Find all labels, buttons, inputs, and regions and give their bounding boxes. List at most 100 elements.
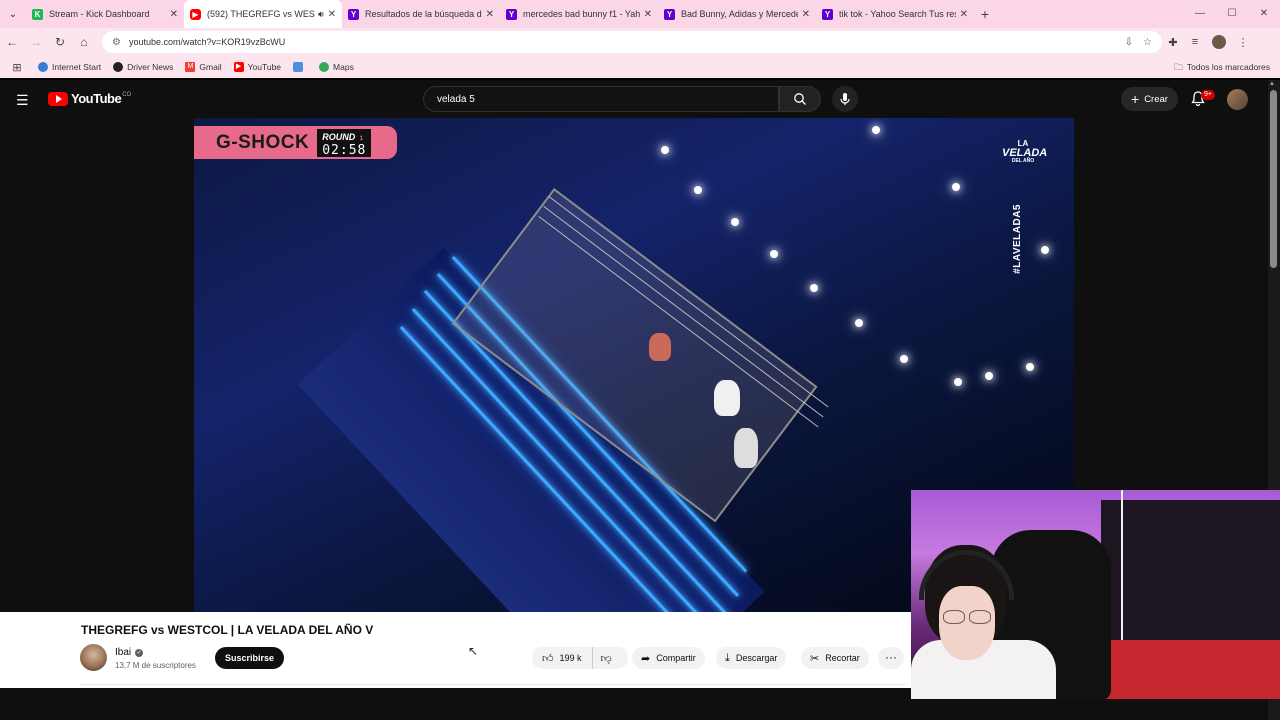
thumbs-down-icon: 👎︎: [600, 652, 612, 665]
scoreboard-brand: G-SHOCK: [216, 131, 310, 153]
download-button[interactable]: ⤓ Descargar: [716, 647, 787, 669]
notification-badge: 9+: [1201, 90, 1215, 100]
tab-close-icon[interactable]: ✕: [644, 9, 652, 20]
yahoo-favicon-icon: Y: [664, 8, 675, 20]
channel-name[interactable]: Ibai ✓: [115, 647, 144, 658]
thumbs-up-icon: 👍︎: [542, 652, 554, 665]
all-bookmarks[interactable]: 🗀︎ Todos los marcadores: [1174, 56, 1270, 78]
speaker-icon[interactable]: 🔊︎: [318, 9, 324, 20]
tab-yahoo-mercedes[interactable]: Y mercedes bad bunny f1 - Yahoo ✕: [500, 0, 658, 28]
url-text: youtube.com/watch?v=KOR19vzBcWU: [128, 37, 286, 47]
tab-close-icon[interactable]: ✕: [960, 9, 968, 20]
arena-light: [952, 183, 960, 191]
browser-tab-strip: ⌄ K Stream - Kick Dashboard ✕ ▶ (592) TH…: [0, 0, 1280, 28]
like-dislike-group: 👍︎ 199 k 👎︎: [532, 647, 628, 669]
tab-close-icon[interactable]: ✕: [170, 9, 178, 20]
arena-light: [1026, 363, 1034, 371]
more-actions-button[interactable]: ···: [878, 647, 904, 669]
new-tab-button[interactable]: +: [974, 6, 996, 22]
arena-light: [810, 284, 818, 292]
tab-close-icon[interactable]: ✕: [486, 9, 494, 20]
maximize-icon[interactable]: ☐: [1216, 0, 1248, 28]
webcam-lamp: [1121, 490, 1123, 650]
arena-light: [1041, 246, 1049, 254]
bookmark-maps[interactable]: Maps: [319, 62, 354, 72]
event-hashtag: #LAVELADA5: [1012, 204, 1023, 274]
event-logo-bottom: DEL AÑO: [1011, 158, 1035, 164]
search-input[interactable]: velada 5: [423, 86, 779, 112]
channel-name-text: Ibai: [115, 647, 132, 658]
folder-icon: 🗀︎: [1174, 62, 1183, 72]
tab-kick-dashboard[interactable]: K Stream - Kick Dashboard ✕: [26, 0, 184, 28]
search-button[interactable]: [779, 86, 821, 112]
close-window-icon[interactable]: ✕: [1248, 0, 1280, 28]
bookmark-star-icon[interactable]: ☆: [1143, 37, 1152, 48]
logo-country: CO: [122, 91, 132, 98]
clip-button[interactable]: ✂ Recortar: [801, 647, 869, 669]
dislike-button[interactable]: 👎︎: [593, 652, 620, 665]
bookmarks-bar: ⊞ Internet Start Driver News M Gmail ▶ Y…: [0, 56, 1280, 78]
media-control-icon[interactable]: ≡: [1184, 36, 1206, 48]
site-info-icon[interactable]: ⚙: [112, 37, 121, 48]
arena-light: [985, 372, 993, 380]
bookmark-driver-news[interactable]: Driver News: [113, 62, 173, 72]
create-button[interactable]: + Crear: [1121, 87, 1178, 111]
microphone-icon: [840, 93, 850, 105]
share-button[interactable]: ➦ Compartir: [632, 647, 705, 669]
tab-close-icon[interactable]: ✕: [802, 9, 810, 20]
extensions-puzzle-icon[interactable]: ✚: [1162, 36, 1184, 49]
bookmark-label: YouTube: [247, 62, 282, 72]
hamburger-menu-icon[interactable]: ☰: [16, 92, 29, 109]
share-arrow-icon: ➦: [641, 652, 651, 665]
forward-arrow-icon[interactable]: →: [24, 35, 48, 49]
arena-light: [661, 146, 669, 154]
share-label: Compartir: [656, 653, 696, 663]
referee-figure: [734, 428, 758, 468]
tab-title: tik tok - Yahoo Search Tus resu: [839, 9, 956, 19]
verified-check-icon: ✓: [135, 648, 144, 657]
event-logo: LA VELADA DEL AÑO: [1002, 140, 1047, 164]
tab-yahoo-results[interactable]: Y Resultados de la búsqueda de ✕: [342, 0, 500, 28]
account-avatar[interactable]: [1227, 89, 1248, 110]
scroll-up-arrow-icon[interactable]: ▲: [1269, 81, 1275, 87]
bookmark-label: Internet Start: [52, 62, 102, 72]
minimize-icon[interactable]: —: [1184, 0, 1216, 28]
scrollbar-thumb[interactable]: [1270, 90, 1277, 268]
browser-menu-icon[interactable]: ⋮: [1232, 36, 1254, 49]
bookmark-youtube[interactable]: ▶ YouTube: [233, 62, 282, 72]
like-button[interactable]: 👍︎ 199 k: [532, 647, 593, 669]
tab-yahoo-bad-bunny[interactable]: Y Bad Bunny, Adidas y Mercedes ✕: [658, 0, 816, 28]
browser-toolbar: ← → ↻ ⌂ ⚙ youtube.com/watch?v=KOR19vzBcW…: [0, 28, 1280, 56]
youtube-logo[interactable]: YouTube CO: [48, 91, 131, 106]
tab-title: Stream - Kick Dashboard: [49, 9, 150, 19]
bookmark-gmail[interactable]: M Gmail: [185, 62, 222, 72]
apps-grid-icon[interactable]: ⊞: [6, 61, 28, 74]
bookmark-unnamed[interactable]: [293, 62, 307, 72]
bookmark-site-icon: [293, 62, 304, 72]
tab-search-chevron-icon[interactable]: ⌄: [0, 9, 26, 20]
reload-icon[interactable]: ↻: [48, 35, 72, 49]
round-number: 1: [359, 135, 364, 142]
tab-youtube-video[interactable]: ▶ (592) THEGREFG vs WESTC 🔊︎ ✕: [184, 0, 342, 28]
install-app-icon[interactable]: ⇩: [1125, 37, 1133, 48]
bookmark-label: Maps: [333, 62, 354, 72]
subscribe-button[interactable]: Suscribirse: [215, 647, 284, 669]
all-bookmarks-label: Todos los marcadores: [1186, 62, 1270, 72]
maps-pin-icon: [319, 62, 330, 72]
address-bar[interactable]: ⚙ youtube.com/watch?v=KOR19vzBcWU ⇩ ☆: [102, 31, 1162, 53]
bookmark-internet-start[interactable]: Internet Start: [38, 62, 101, 72]
clip-label: Recortar: [825, 653, 860, 663]
tab-yahoo-tiktok[interactable]: Y tik tok - Yahoo Search Tus resu ✕: [816, 0, 974, 28]
like-count: 199 k: [559, 653, 582, 663]
tab-close-icon[interactable]: ✕: [328, 9, 336, 20]
channel-avatar[interactable]: [80, 644, 107, 671]
tab-title: Resultados de la búsqueda de: [365, 9, 482, 19]
voice-search-button[interactable]: [832, 86, 858, 112]
home-icon[interactable]: ⌂: [72, 35, 96, 49]
back-arrow-icon[interactable]: ←: [0, 35, 24, 49]
video-title: THEGREFG vs WESTCOL | LA VELADA DEL AÑO …: [81, 623, 374, 637]
arena-light: [900, 355, 908, 363]
profile-avatar[interactable]: [1212, 35, 1226, 49]
scoreboard-overlay: G-SHOCK ROUND 1 02:58: [194, 126, 397, 159]
bookmark-label: Driver News: [127, 62, 174, 72]
